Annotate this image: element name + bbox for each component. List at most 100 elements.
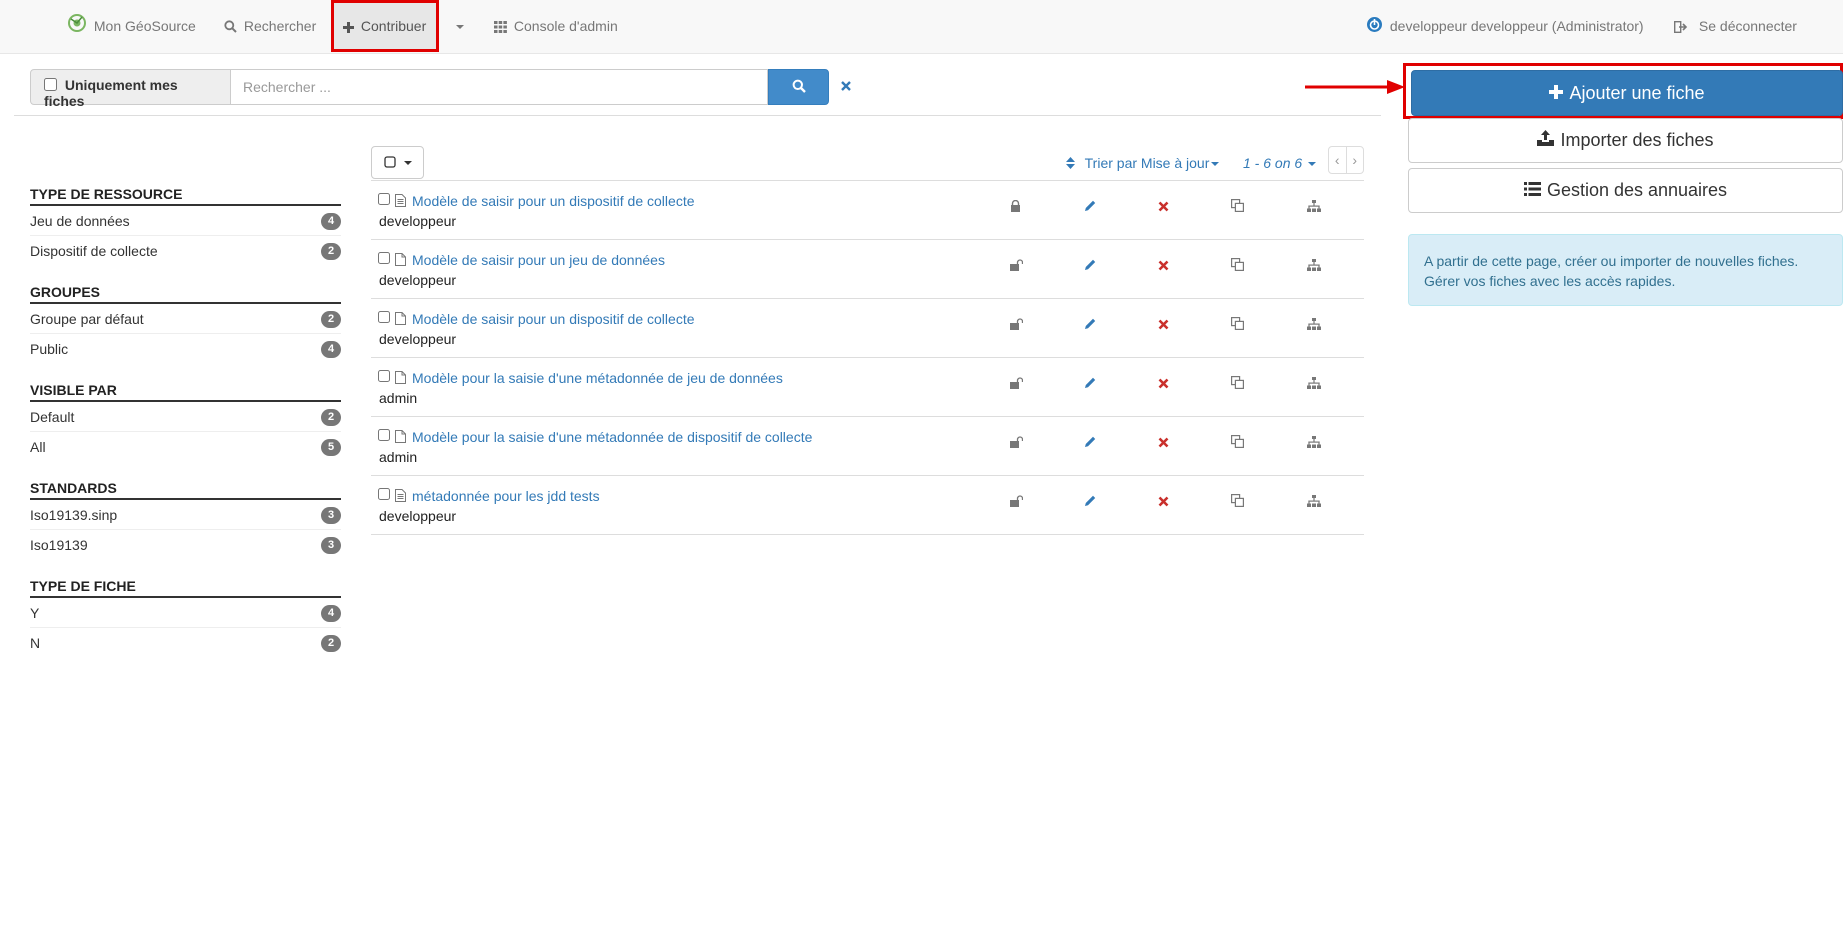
directory-management-label: Gestion des annuaires <box>1546 180 1728 200</box>
facet-item[interactable]: Dispositif de collecte 2 <box>30 236 341 266</box>
nav-home-link[interactable]: Mon GéoSource <box>67 0 196 52</box>
duplicate-icon[interactable] <box>1231 199 1245 215</box>
result-row: Modèle pour la saisie d'une métadonnée d… <box>371 416 1364 475</box>
only-mine-checkbox[interactable] <box>44 78 57 91</box>
sitemap-icon[interactable] <box>1307 258 1321 274</box>
geosource-logo-icon <box>67 14 94 34</box>
duplicate-icon[interactable] <box>1231 376 1245 392</box>
list-icon <box>1523 180 1547 201</box>
nav-contribute-link[interactable]: Contribuer <box>331 0 439 52</box>
edit-pencil-icon[interactable] <box>1084 494 1096 510</box>
previous-page-button[interactable]: ‹ <box>1329 147 1346 173</box>
duplicate-icon[interactable] <box>1231 258 1245 274</box>
edit-pencil-icon[interactable] <box>1084 376 1096 392</box>
edit-pencil-icon[interactable] <box>1084 435 1096 451</box>
chevron-down-icon <box>403 160 412 165</box>
result-checkbox[interactable] <box>378 252 390 264</box>
arrow-annotation-icon <box>1305 80 1405 97</box>
unlock-icon[interactable] <box>1010 376 1024 392</box>
sort-icon <box>1066 155 1085 171</box>
facet-item-label: All <box>30 439 46 455</box>
facet-item[interactable]: All 5 <box>30 432 341 462</box>
edit-pencil-icon[interactable] <box>1084 258 1096 274</box>
results-end-divider <box>371 534 1364 535</box>
delete-icon[interactable] <box>1158 258 1169 274</box>
edit-pencil-icon[interactable] <box>1084 199 1096 215</box>
result-title-link[interactable]: Modèle pour la saisie d'une métadonnée d… <box>412 429 812 445</box>
search-input[interactable] <box>230 69 768 105</box>
edit-pencil-icon[interactable] <box>1084 317 1096 333</box>
unlock-icon[interactable] <box>1010 258 1024 274</box>
sort-dropdown[interactable]: Trier par Mise à jour <box>1066 155 1220 171</box>
info-alert: A partir de cette page, créer ou importe… <box>1408 234 1843 306</box>
result-checkbox[interactable] <box>378 488 390 500</box>
result-checkbox[interactable] <box>378 370 390 382</box>
result-title-link[interactable]: Modèle pour la saisie d'une métadonnée d… <box>412 370 783 386</box>
next-page-button[interactable]: › <box>1345 147 1364 173</box>
sitemap-icon[interactable] <box>1307 376 1321 392</box>
sitemap-icon[interactable] <box>1307 435 1321 451</box>
lock-icon[interactable] <box>1010 199 1021 215</box>
result-row: métadonnée pour les jdd tests developpeur <box>371 475 1364 534</box>
result-row: Modèle de saisir pour un dispositif de c… <box>371 180 1364 239</box>
facet-item[interactable]: Default 2 <box>30 402 341 432</box>
file-icon <box>395 253 406 269</box>
directory-management-button[interactable]: Gestion des annuaires <box>1408 168 1843 213</box>
result-checkbox[interactable] <box>378 311 390 323</box>
nav-search-link[interactable]: Rechercher <box>224 0 316 52</box>
paging-label: 1 - 6 on 6 <box>1243 155 1303 171</box>
delete-icon[interactable] <box>1158 494 1169 510</box>
unlock-icon[interactable] <box>1010 435 1024 451</box>
select-all-dropdown[interactable] <box>371 146 424 179</box>
delete-icon[interactable] <box>1158 317 1169 333</box>
result-checkbox[interactable] <box>378 193 390 205</box>
nav-admin-console-link[interactable]: Console d'admin <box>494 0 618 52</box>
facet-group: TYPE DE FICHE Y 4 N 2 <box>30 578 341 658</box>
facet-title: TYPE DE RESSOURCE <box>30 186 341 206</box>
facet-item[interactable]: Jeu de données 4 <box>30 206 341 236</box>
result-title-link[interactable]: Modèle de saisir pour un jeu de données <box>412 252 665 268</box>
sitemap-icon[interactable] <box>1307 317 1321 333</box>
nav-contribute-dropdown-toggle[interactable] <box>447 0 473 52</box>
facet-item-label: Y <box>30 605 40 621</box>
duplicate-icon[interactable] <box>1231 435 1245 451</box>
facet-title: TYPE DE FICHE <box>30 578 341 598</box>
result-title-link[interactable]: Modèle de saisir pour un dispositif de c… <box>412 311 695 327</box>
search-icon <box>792 79 806 96</box>
facet-item[interactable]: Groupe par défaut 2 <box>30 304 341 334</box>
paging-dropdown[interactable]: 1 - 6 on 6 <box>1243 155 1317 171</box>
facet-count-badge: 2 <box>321 243 341 260</box>
nav-logout-link[interactable]: Se déconnecter <box>1673 0 1797 52</box>
search-button[interactable] <box>768 69 829 105</box>
result-row: Modèle de saisir pour un dispositif de c… <box>371 298 1364 357</box>
facet-item[interactable]: Public 4 <box>30 334 341 364</box>
result-title-link[interactable]: Modèle de saisir pour un dispositif de c… <box>412 193 695 209</box>
file-text-icon <box>395 489 406 505</box>
facet-item[interactable]: N2 <box>30 628 341 658</box>
add-record-button[interactable]: Ajouter une fiche <box>1411 70 1843 116</box>
only-mine-toggle[interactable]: Uniquement mes fiches <box>30 69 231 109</box>
delete-icon[interactable] <box>1158 435 1169 451</box>
unlock-icon[interactable] <box>1010 494 1024 510</box>
nav-user-link[interactable]: developpeur developpeur (Administrator) <box>1366 0 1644 52</box>
facet-item-label: N <box>30 635 41 651</box>
sitemap-icon[interactable] <box>1307 494 1321 510</box>
duplicate-icon[interactable] <box>1231 317 1245 333</box>
result-checkbox[interactable] <box>378 429 390 441</box>
facet-item[interactable]: Iso19139.sinp 3 <box>30 500 341 530</box>
upload-icon <box>1537 130 1560 151</box>
unlock-icon[interactable] <box>1010 317 1024 333</box>
facet-item[interactable]: Iso19139 3 <box>30 530 341 560</box>
facet-item-label: Dispositif de collecte <box>30 243 158 259</box>
facet-item[interactable]: Y4 <box>30 598 341 628</box>
sitemap-icon[interactable] <box>1307 199 1321 215</box>
result-owner: developpeur <box>379 213 457 229</box>
facet-item-label: Public <box>30 341 69 357</box>
facet-item-label: Default <box>30 409 75 425</box>
clear-search-button[interactable] <box>840 79 852 95</box>
delete-icon[interactable] <box>1158 376 1169 392</box>
delete-icon[interactable] <box>1158 199 1169 215</box>
import-records-button[interactable]: Importer des fiches <box>1408 118 1843 163</box>
duplicate-icon[interactable] <box>1231 494 1245 510</box>
result-title-link[interactable]: métadonnée pour les jdd tests <box>412 488 600 504</box>
